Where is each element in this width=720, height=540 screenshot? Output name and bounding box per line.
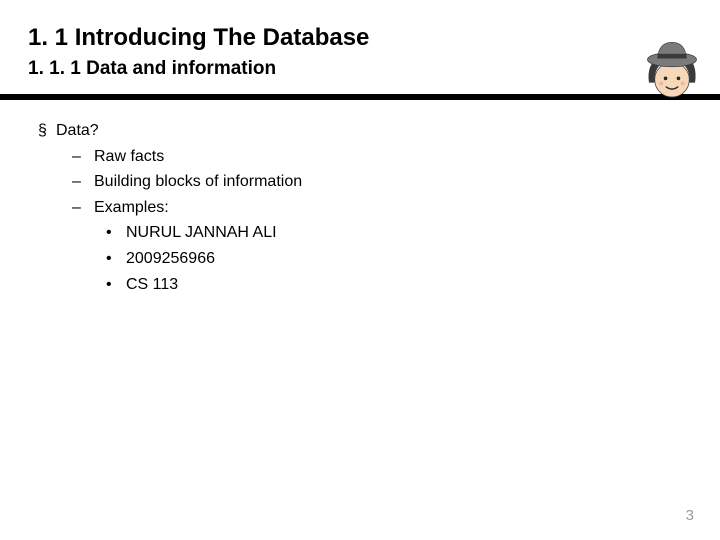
bullet-dot-icon: • xyxy=(106,272,126,298)
bullet-dot-icon: • xyxy=(106,220,126,246)
list-item-text: NURUL JANNAH ALI xyxy=(126,220,277,246)
slide-title: 1. 1 Introducing The Database xyxy=(28,24,692,52)
bullet-dash-icon: – xyxy=(72,144,94,170)
list-item: • CS 113 xyxy=(38,272,692,298)
list-item: – Building blocks of information xyxy=(38,169,692,195)
list-item-text: Data? xyxy=(56,118,99,144)
slide-header: 1. 1 Introducing The Database 1. 1. 1 Da… xyxy=(0,0,720,88)
bullet-dot-icon: • xyxy=(106,246,126,272)
list-item-text: Examples: xyxy=(94,195,169,221)
list-item: • NURUL JANNAH ALI xyxy=(38,220,692,246)
list-item: – Raw facts xyxy=(38,144,692,170)
bullet-dash-icon: – xyxy=(72,195,94,221)
page-number: 3 xyxy=(686,507,694,524)
slide: 1. 1 Introducing The Database 1. 1. 1 Da… xyxy=(0,0,720,540)
list-item: • 2009256966 xyxy=(38,246,692,272)
slide-subtitle: 1. 1. 1 Data and information xyxy=(28,58,692,80)
bullet-square-icon: § xyxy=(38,118,56,144)
list-item: § Data? xyxy=(38,118,692,144)
slide-content: § Data? – Raw facts – Building blocks of… xyxy=(0,100,720,297)
list-item: – Examples: xyxy=(38,195,692,221)
avatar-icon xyxy=(636,38,708,110)
list-item-text: Building blocks of information xyxy=(94,169,302,195)
list-item-text: Raw facts xyxy=(94,144,164,170)
list-item-text: 2009256966 xyxy=(126,246,215,272)
list-item-text: CS 113 xyxy=(126,272,178,298)
bullet-dash-icon: – xyxy=(72,169,94,195)
